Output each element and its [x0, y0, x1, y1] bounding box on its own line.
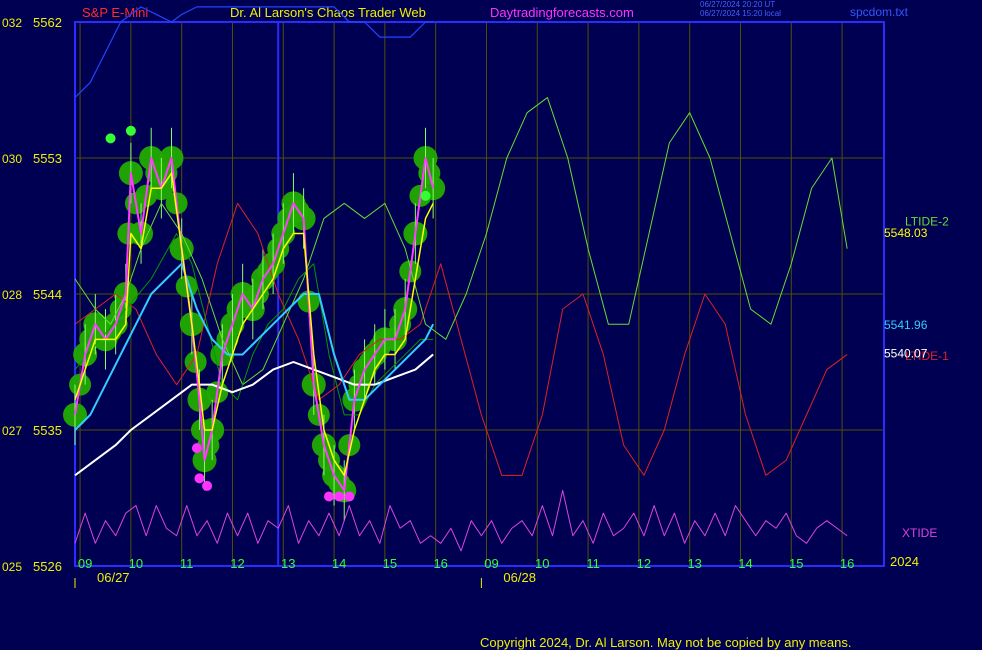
y-tick-label-left: 027 [2, 424, 22, 438]
y-tick-label: 5562 [33, 15, 62, 30]
green-marker [420, 190, 431, 201]
year-label: 2024 [890, 554, 919, 569]
x-tick-label: 13 [687, 556, 701, 571]
magenta-marker [344, 491, 355, 502]
y-tick-label: 5553 [33, 151, 62, 166]
x-tick-label: 14 [738, 556, 752, 571]
slow-ma-line [74, 353, 434, 477]
magenta-marker [191, 443, 202, 454]
x-tick-label: 16 [840, 556, 854, 571]
y-tick-label: 5535 [33, 423, 62, 438]
magenta-marker [194, 473, 205, 484]
xtide-line [74, 489, 848, 552]
chart-canvas: 032 5562 030 5553 028 5544 027 5535 025 5526 09 10 1… [2, 6, 949, 588]
x-tick-label: 13 [281, 556, 295, 571]
right-edge-label: XTIDE [902, 526, 937, 540]
copyright-text: Copyright 2024, Dr. Al Larson. May not b… [480, 635, 852, 650]
date-label: 06/27 [97, 570, 130, 585]
right-edge-label: 5541.96 [884, 318, 928, 332]
upper-band-line [74, 6, 434, 98]
x-tick-label: 15 [789, 556, 803, 571]
x-tick-label: 11 [586, 556, 600, 571]
y-tick-label-left: 032 [2, 16, 22, 30]
right-edge-label: 5548.03 [884, 226, 928, 240]
y-tick-label-left: 028 [2, 288, 22, 302]
x-tick-label: 12 [637, 556, 651, 571]
x-tick-label: 09 [78, 556, 92, 571]
right-edge-label: 5540.07 [884, 346, 928, 360]
x-tick-label: 12 [230, 556, 244, 571]
x-tick-label: 14 [332, 556, 346, 571]
x-tick-label: 10 [535, 556, 549, 571]
x-tick-label: 09 [484, 556, 498, 571]
y-tick-label-left: 030 [2, 152, 22, 166]
x-tick-label: 15 [383, 556, 397, 571]
x-tick-label: 16 [433, 556, 447, 571]
x-tick-label: 11 [180, 556, 194, 571]
x-tick-label: 10 [129, 556, 143, 571]
green-marker [105, 133, 116, 144]
y-tick-label: 5544 [33, 287, 62, 302]
date-label: 06/28 [503, 570, 536, 585]
y-tick-label-left: 025 [2, 560, 22, 574]
magenta-marker [324, 491, 334, 502]
magenta-marker [334, 491, 345, 502]
magenta-marker [202, 480, 213, 491]
green-marker [125, 125, 136, 136]
y-tick-label: 5526 [33, 559, 62, 574]
